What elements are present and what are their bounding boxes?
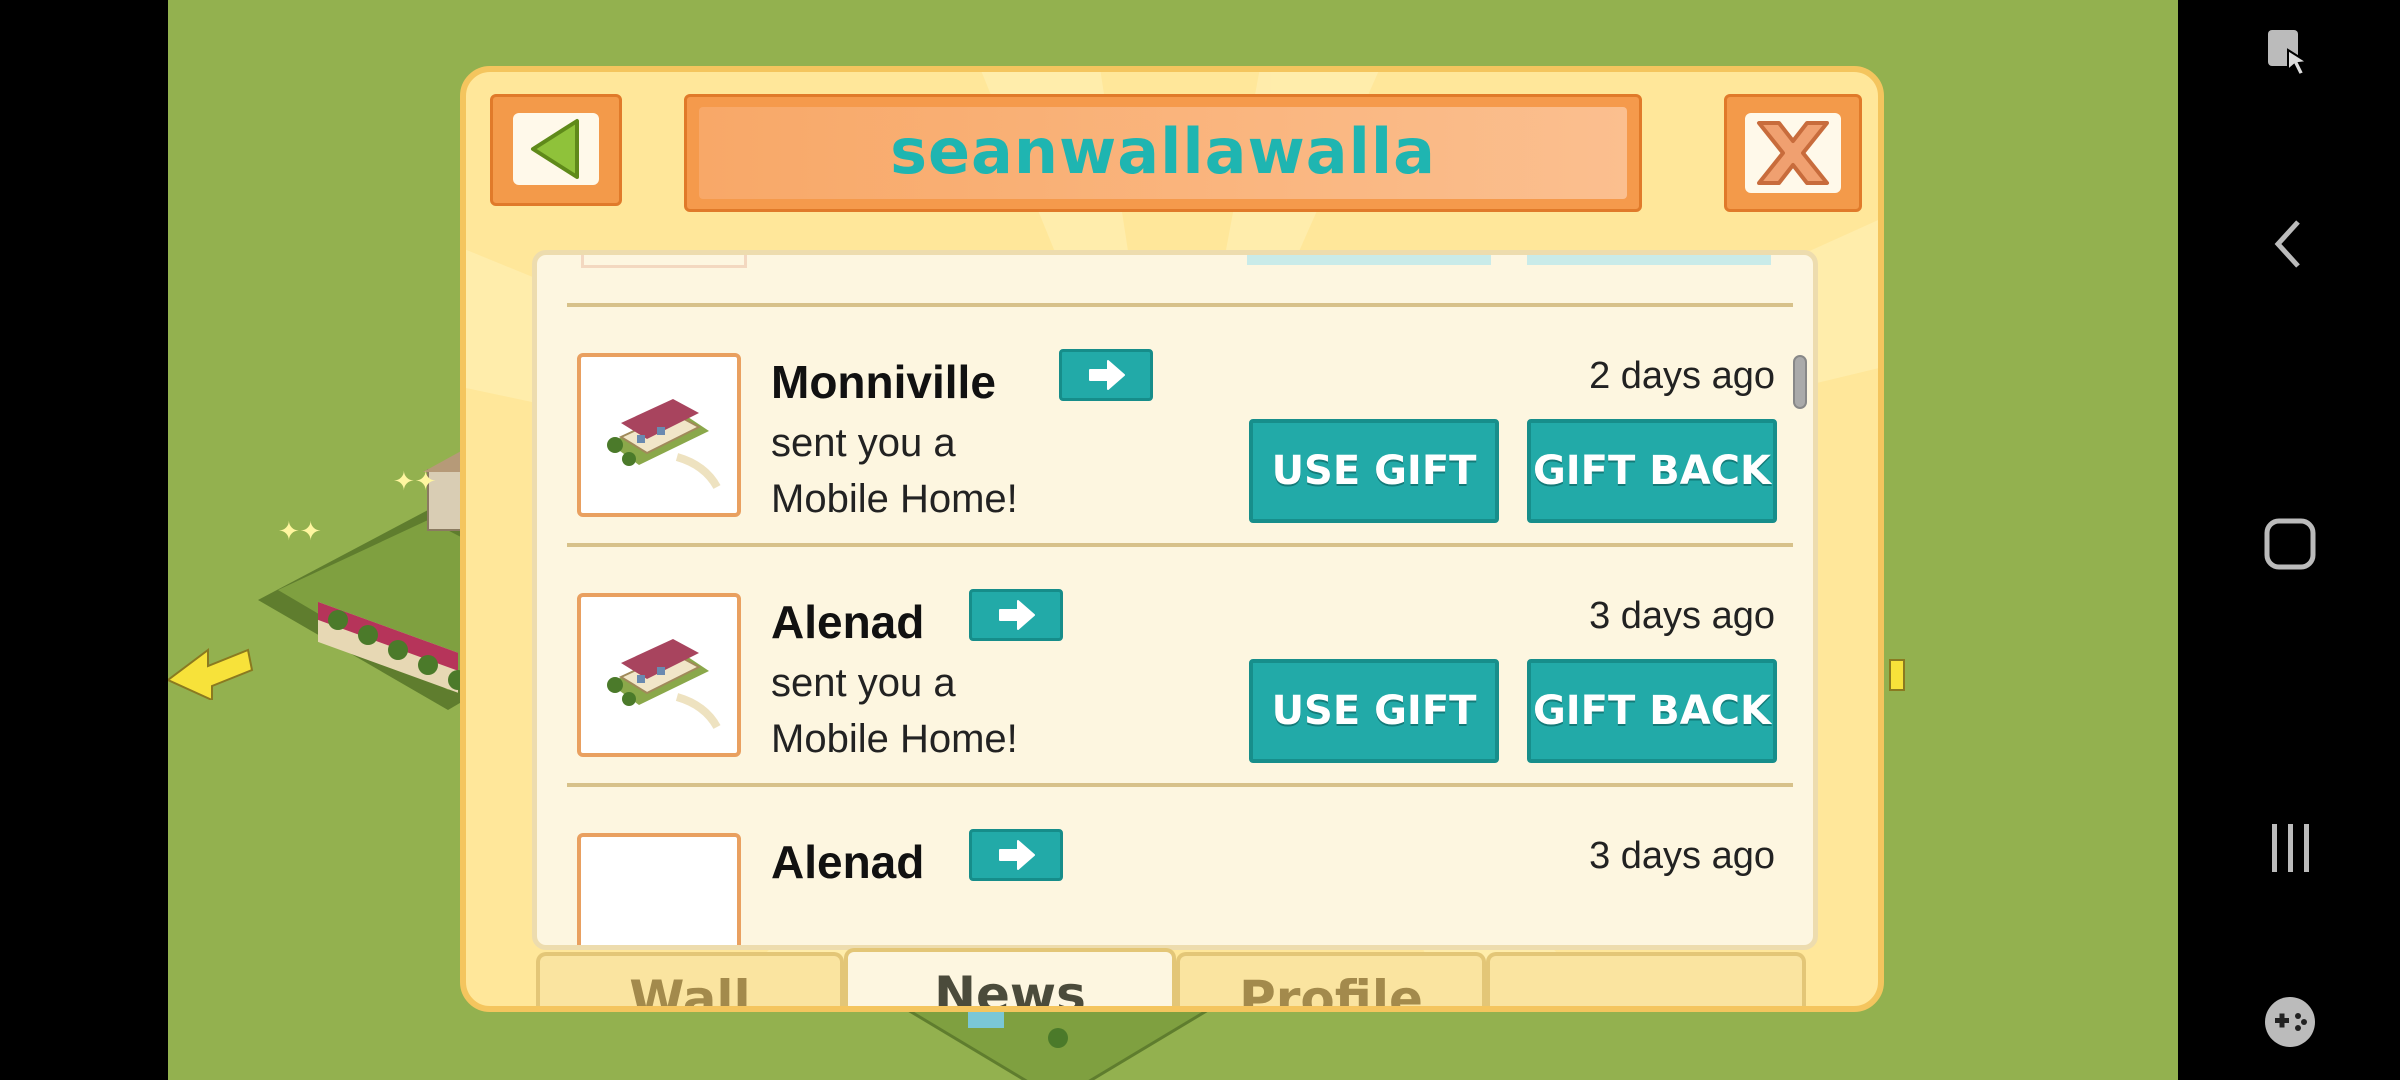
visit-town-button[interactable] bbox=[1059, 349, 1153, 401]
gift-thumbnail bbox=[577, 593, 741, 757]
page-title: seanwallawalla bbox=[890, 115, 1436, 188]
game-controller-icon[interactable] bbox=[2264, 996, 2316, 1048]
arrow-right-icon bbox=[999, 600, 1035, 630]
visit-town-button[interactable] bbox=[969, 829, 1063, 881]
mobile-home-icon bbox=[607, 399, 721, 490]
dialog-tabs: Wall News Profile bbox=[532, 948, 1818, 1006]
tab-wall[interactable]: Wall bbox=[536, 952, 844, 1006]
tab-empty bbox=[1486, 952, 1806, 1006]
expand-arrow-left-icon[interactable] bbox=[168, 640, 258, 700]
timestamp: 3 days ago bbox=[1589, 835, 1775, 877]
sender-name[interactable]: Alenad bbox=[771, 835, 924, 889]
list-scrollbar[interactable] bbox=[1793, 355, 1807, 409]
mobile-home-icon bbox=[607, 639, 721, 730]
nav-back-icon[interactable] bbox=[2264, 218, 2316, 270]
close-button[interactable] bbox=[1724, 94, 1862, 212]
timestamp: 3 days ago bbox=[1589, 595, 1775, 637]
visit-town-button[interactable] bbox=[969, 589, 1063, 641]
back-arrow-icon bbox=[531, 119, 579, 179]
arrow-right-icon bbox=[999, 840, 1035, 870]
gift-thumbnail bbox=[577, 833, 741, 945]
expand-arrow-right-icon[interactable] bbox=[1880, 650, 1970, 710]
row-divider bbox=[567, 543, 1793, 547]
row-divider bbox=[567, 783, 1793, 787]
title-banner: seanwallawalla bbox=[684, 94, 1642, 212]
gift-message: sent you a Mobile Home! bbox=[771, 421, 1018, 521]
sender-name[interactable]: Monniville bbox=[771, 355, 996, 409]
news-dialog: seanwallawalla Monniville sent you a Mob… bbox=[460, 66, 1884, 1012]
svg-text:✦✦: ✦✦ bbox=[393, 467, 437, 497]
tab-news[interactable]: News bbox=[844, 948, 1176, 1006]
gift-thumbnail bbox=[577, 353, 741, 517]
svg-text:✦✦: ✦✦ bbox=[278, 517, 322, 547]
list-item: Alenad sent you a Mobile Home! 3 days ag… bbox=[537, 589, 1813, 829]
list-item: Alenad 3 days ago bbox=[537, 829, 1813, 945]
screen-touch-icon[interactable] bbox=[2264, 28, 2316, 80]
gift-back-button[interactable]: GIFT BACK bbox=[1527, 419, 1777, 523]
news-feed-list[interactable]: Monniville sent you a Mobile Home! 2 day… bbox=[532, 250, 1818, 950]
timestamp: 2 days ago bbox=[1589, 355, 1775, 397]
close-x-icon bbox=[1757, 121, 1829, 185]
system-navigation-bar bbox=[2178, 0, 2400, 1080]
back-button[interactable] bbox=[490, 94, 622, 206]
row-divider bbox=[567, 303, 1793, 307]
sender-name[interactable]: Alenad bbox=[771, 595, 924, 649]
use-gift-button[interactable]: USE GIFT bbox=[1249, 659, 1499, 763]
list-item: Monniville sent you a Mobile Home! 2 day… bbox=[537, 349, 1813, 589]
previous-row-remnant bbox=[537, 255, 1813, 275]
nav-recents-icon[interactable] bbox=[2264, 822, 2316, 874]
use-gift-button[interactable]: USE GIFT bbox=[1249, 419, 1499, 523]
tab-profile[interactable]: Profile bbox=[1176, 952, 1486, 1006]
nav-home-icon[interactable] bbox=[2264, 518, 2316, 570]
gift-back-button[interactable]: GIFT BACK bbox=[1527, 659, 1777, 763]
gift-message: sent you a Mobile Home! bbox=[771, 661, 1018, 761]
arrow-right-icon bbox=[1089, 360, 1125, 390]
